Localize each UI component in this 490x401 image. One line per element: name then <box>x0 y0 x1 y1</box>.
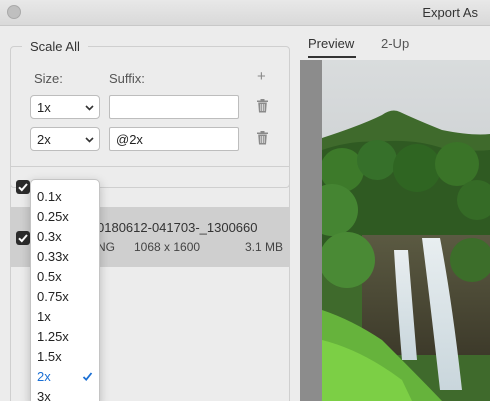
size-option[interactable]: 0.5x <box>31 267 99 287</box>
suffix-field-1[interactable] <box>109 95 239 119</box>
trash-icon[interactable] <box>257 131 268 145</box>
size-option[interactable]: 0.75x <box>31 287 99 307</box>
title-bar: Export As <box>0 0 490 26</box>
window-title: Export As <box>422 5 478 20</box>
preview-image <box>322 60 490 401</box>
add-scale-button[interactable]: + <box>257 68 266 85</box>
tab-preview[interactable]: Preview <box>308 36 354 51</box>
asset-filename: 0180612-041703-_1300660 <box>97 220 258 235</box>
window-close-button[interactable] <box>7 5 21 19</box>
checkmark-icon <box>18 183 28 192</box>
size-option[interactable]: 1.25x <box>31 327 99 347</box>
asset-dimensions: 1068 x 1600 <box>134 240 201 254</box>
size-option[interactable]: 0.3x <box>31 227 99 247</box>
export-settings-panel: Scale All Size: Suffix: + 1x 2x @2x 0180… <box>0 26 300 401</box>
size-option[interactable]: 0.1x <box>31 187 99 207</box>
size-option[interactable]: 0.33x <box>31 247 99 267</box>
chevron-down-icon <box>85 105 94 111</box>
size-select-2[interactable]: 2x <box>30 127 100 151</box>
asset-filesize: 3.1 MB <box>245 240 284 254</box>
size-option[interactable]: 1.5x <box>31 347 99 367</box>
checkmark-icon <box>18 234 28 243</box>
asset-checkbox[interactable] <box>16 231 30 245</box>
scale-all-label: Scale All <box>22 39 88 54</box>
size-option[interactable]: 1x <box>31 307 99 327</box>
size-select-value: 2x <box>37 132 51 147</box>
suffix-field-2[interactable]: @2x <box>109 127 239 151</box>
size-option[interactable]: 0.25x <box>31 207 99 227</box>
tab-2-up[interactable]: 2-Up <box>381 36 409 51</box>
suffix-label: Suffix: <box>109 71 145 86</box>
size-select-1[interactable]: 1x <box>30 95 100 119</box>
size-option[interactable]: 3x <box>31 387 99 401</box>
checkmark-icon <box>82 372 93 382</box>
size-label: Size: <box>34 71 63 86</box>
size-dropdown-menu: 0.1x 0.25x 0.3x 0.33x 0.5x 0.75x 1x 1.25… <box>30 179 100 401</box>
size-option-selected[interactable]: 2x <box>31 367 99 387</box>
chevron-down-icon <box>85 137 94 143</box>
size-select-value: 1x <box>37 100 51 115</box>
active-tab-indicator <box>308 56 356 58</box>
waterfall-photo <box>322 60 490 401</box>
select-all-checkbox[interactable] <box>16 180 30 194</box>
trash-icon[interactable] <box>257 99 268 113</box>
